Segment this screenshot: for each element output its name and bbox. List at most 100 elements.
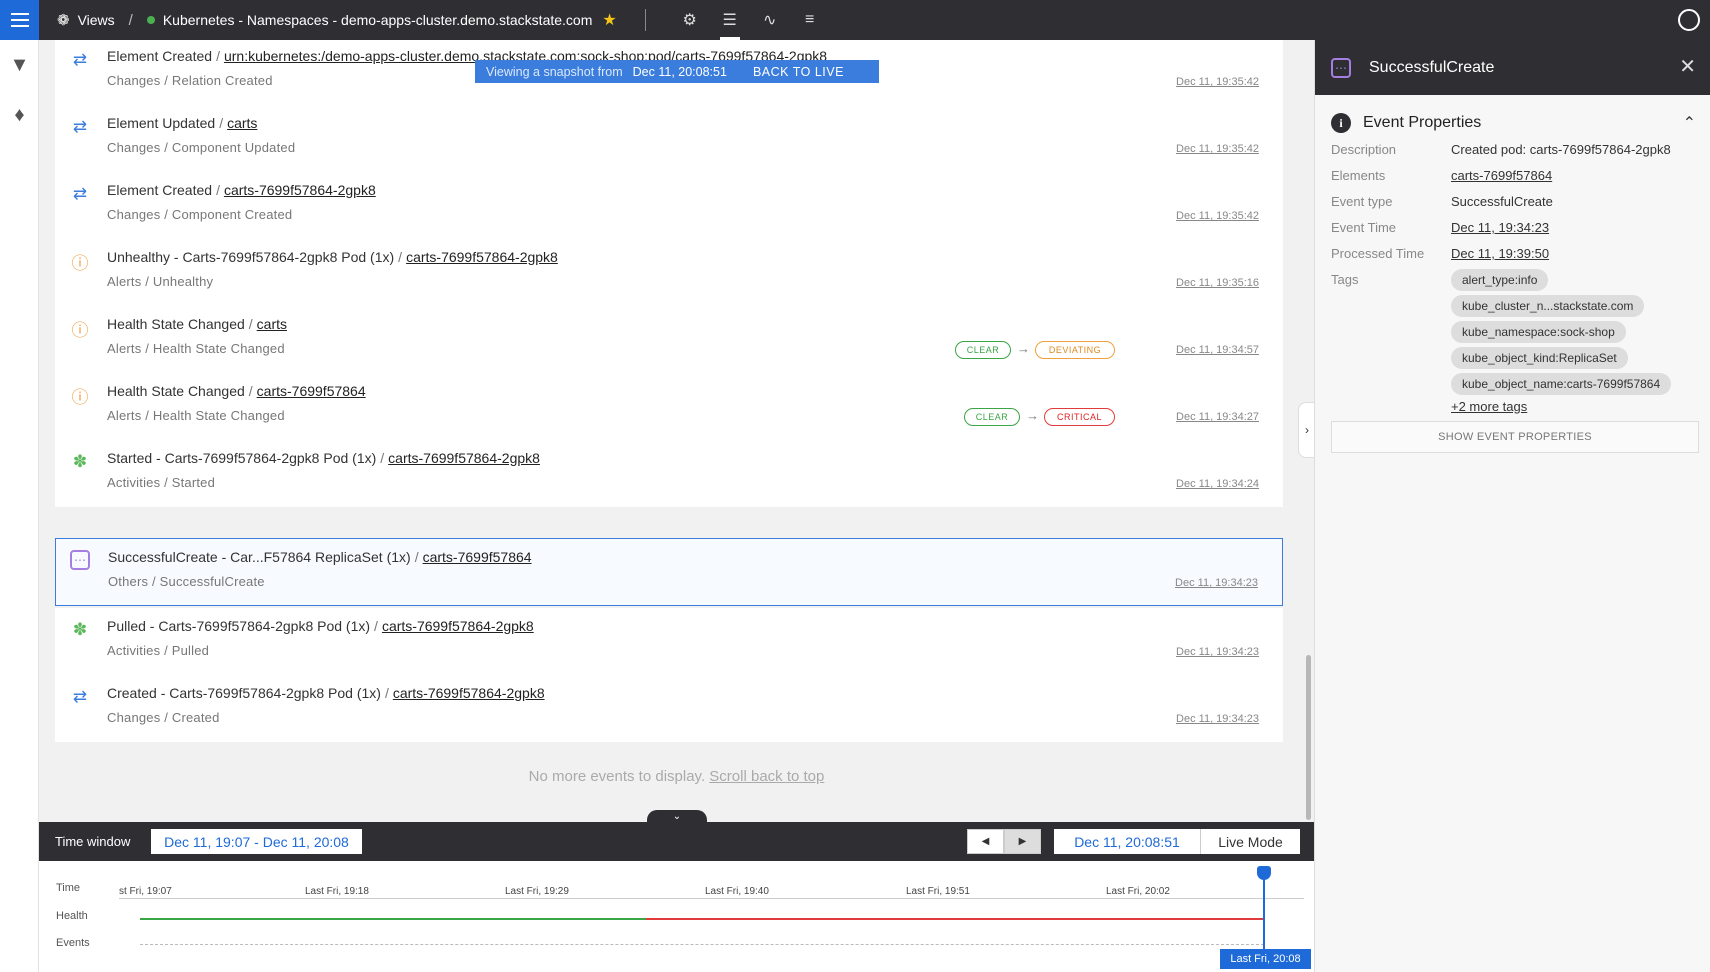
section-title: Event Properties [1363,114,1482,131]
menu-button[interactable] [0,0,39,40]
timeline-tick: Last Fri, 19:29 [505,886,569,897]
events-list[interactable]: ⇄ Element Created / urn:kubernetes:/demo-a… [39,40,1314,822]
event-time[interactable]: Dec 11, 19:35:16 [1176,277,1259,289]
event-properties-header[interactable]: i Event Properties [1331,113,1481,133]
info-icon: i [1331,113,1351,133]
event-card[interactable]: ⓘ Unhealthy - Carts-7699f57864-2gpk8 Pod… [55,239,1283,306]
event-title: Health State Changed [107,383,245,399]
property-value-link[interactable]: Dec 11, 19:34:23 [1451,220,1549,235]
event-card[interactable]: ✽ Started - Carts-7699f57864-2gpk8 Pod (… [55,440,1283,507]
timeline-now-label: Last Fri, 20:08 [1220,949,1311,969]
property-value-link[interactable]: carts-7699f57864 [1451,168,1552,183]
event-target-link[interactable]: carts-7699f57864-2gpk8 [406,249,558,265]
change-arrows-icon: ⇄ [72,184,88,203]
back-to-live-button[interactable]: BACK TO LIVE [753,65,844,79]
event-time[interactable]: Dec 11, 19:34:57 [1176,344,1259,356]
event-time[interactable]: Dec 11, 19:35:42 [1176,76,1259,88]
scroll-back-to-top-link[interactable]: Scroll back to top [709,768,824,785]
show-event-properties-button[interactable]: SHOW EVENT PROPERTIES [1331,421,1699,453]
timeline-tick: Last Fri, 19:51 [906,886,970,897]
notifications-bell-icon[interactable]: ♦ [0,90,39,140]
event-title: Unhealthy - Carts-7699f57864-2gpk8 Pod (… [107,249,395,265]
timeline-row-label: Health [56,910,88,922]
time-window-bar: Time window Dec 11, 19:07 - Dec 11, 20:0… [39,822,1314,861]
event-target-link[interactable]: carts-7699f57864 [423,549,532,565]
traces-icon[interactable]: ≡ [790,0,830,40]
event-time[interactable]: Dec 11, 19:35:42 [1176,143,1259,155]
event-card[interactable]: ✽ Pulled - Carts-7699f57864-2gpk8 Pod (1… [55,608,1283,675]
close-icon[interactable]: ✕ [1679,54,1696,79]
property-value: Created pod: carts-7699f57864-2gpk8 [1451,142,1671,157]
event-title: Created - Carts-7699f57864-2gpk8 Pod (1x… [107,685,381,701]
arrow-right-icon: → [1017,341,1030,356]
health-state-from-badge: CLEAR [964,408,1020,426]
views-icon[interactable]: ❁ [57,11,70,29]
event-time[interactable]: Dec 11, 19:34:23 [1175,577,1258,589]
event-target-link[interactable]: carts-7699f57864-2gpk8 [388,450,540,466]
health-segment-critical [646,918,1264,920]
change-arrows-icon: ⇄ [72,687,88,706]
events-icon[interactable]: ☰ [710,0,750,40]
event-title: Started - Carts-7699f57864-2gpk8 Pod (1x… [107,450,377,466]
no-more-events-text: No more events to display. [528,768,706,785]
event-card[interactable]: ⓘ Health State Changed / carts Alerts / He… [55,306,1283,373]
event-target-link[interactable]: carts [227,115,257,131]
user-icon[interactable] [1678,9,1700,31]
tag-chip: kube_namespace:sock-shop [1451,321,1626,343]
timeline-row-label: Events [56,937,90,949]
timeline-tick: Last Fri, 20:02 [1106,886,1170,897]
time-window-range-button[interactable]: Dec 11, 19:07 - Dec 11, 20:08 [151,829,362,854]
views-link[interactable]: Views [78,12,115,28]
timeline-tick: Last Fri, 19:40 [705,886,769,897]
timeline-tick: Last Fri, 19:18 [305,886,369,897]
property-key: Tags [1331,272,1359,287]
event-target-link[interactable]: carts-7699f57864 [257,383,366,399]
event-card[interactable]: ⇄ Element Updated / carts Changes / Compon… [55,105,1283,172]
event-target-link[interactable]: carts-7699f57864-2gpk8 [382,618,534,634]
event-time[interactable]: Dec 11, 19:34:24 [1176,478,1259,490]
alert-icon: ⓘ [71,387,89,407]
event-card[interactable]: ⇄ Created - Carts-7699f57864-2gpk8 Pod (… [55,675,1283,742]
tag-chip: alert_type:info [1451,269,1549,291]
event-time[interactable]: Dec 11, 19:34:23 [1176,713,1259,725]
property-value-link[interactable]: Dec 11, 19:39:50 [1451,246,1549,261]
event-category: Changes / Created [107,710,220,725]
event-category: Changes / Component Created [107,207,293,222]
view-title[interactable]: Kubernetes - Namespaces - demo-apps-clus… [163,12,593,28]
event-target-link[interactable]: carts-7699f57864-2gpk8 [224,182,376,198]
metrics-icon[interactable]: ∿ [750,0,790,40]
property-key: Elements [1331,168,1386,183]
property-key: Event Time [1331,220,1397,235]
event-card-selected[interactable]: ⋯ SuccessfulCreate - Car...F57864 Replic… [55,538,1283,606]
event-target-link[interactable]: carts [257,316,287,332]
event-card[interactable]: ⓘ Health State Changed / carts-7699f57864 … [55,373,1283,440]
timeline-cursor-handle[interactable] [1257,866,1271,880]
more-tags-link[interactable]: +2 more tags [1451,399,1527,414]
filter-icon[interactable]: ▼ [0,40,39,90]
event-category: Others / SuccessfulCreate [108,574,265,589]
live-mode-button[interactable]: Live Mode [1200,829,1300,854]
event-card[interactable]: ⇄ Element Created / carts-7699f57864-2gpk8… [55,172,1283,239]
event-target-link[interactable]: carts-7699f57864-2gpk8 [393,685,545,701]
event-time[interactable]: Dec 11, 19:35:42 [1176,210,1259,222]
timeline[interactable]: Time Health Events st Fri, 19:07 Last Fr… [39,861,1314,972]
event-title: Element Updated [107,115,216,131]
scroll-thumb[interactable] [1306,655,1311,820]
change-arrows-icon: ⇄ [72,50,88,69]
arrow-right-icon: → [1026,408,1039,423]
top-bar: ❁ Views / Kubernetes - Namespaces - demo… [0,0,1710,40]
activity-icon: ✽ [72,452,88,471]
health-state-to-badge: CRITICAL [1044,408,1115,426]
step-forward-icon[interactable]: ▶ [1004,829,1041,854]
topology-icon[interactable]: ⚙ [670,0,710,40]
star-icon[interactable]: ★ [602,10,616,30]
current-time-button[interactable]: Dec 11, 20:08:51 [1054,829,1200,854]
chevron-up-icon[interactable]: ⌃ [1683,113,1696,133]
event-time[interactable]: Dec 11, 19:34:27 [1176,411,1259,423]
health-state-to-badge: DEVIATING [1035,341,1115,359]
event-time[interactable]: Dec 11, 19:34:23 [1176,646,1259,658]
other-dots-icon: ⋯ [70,550,90,570]
step-back-icon[interactable]: ◀ [967,829,1004,854]
event-title: Health State Changed [107,316,245,332]
property-key: Description [1331,142,1397,157]
